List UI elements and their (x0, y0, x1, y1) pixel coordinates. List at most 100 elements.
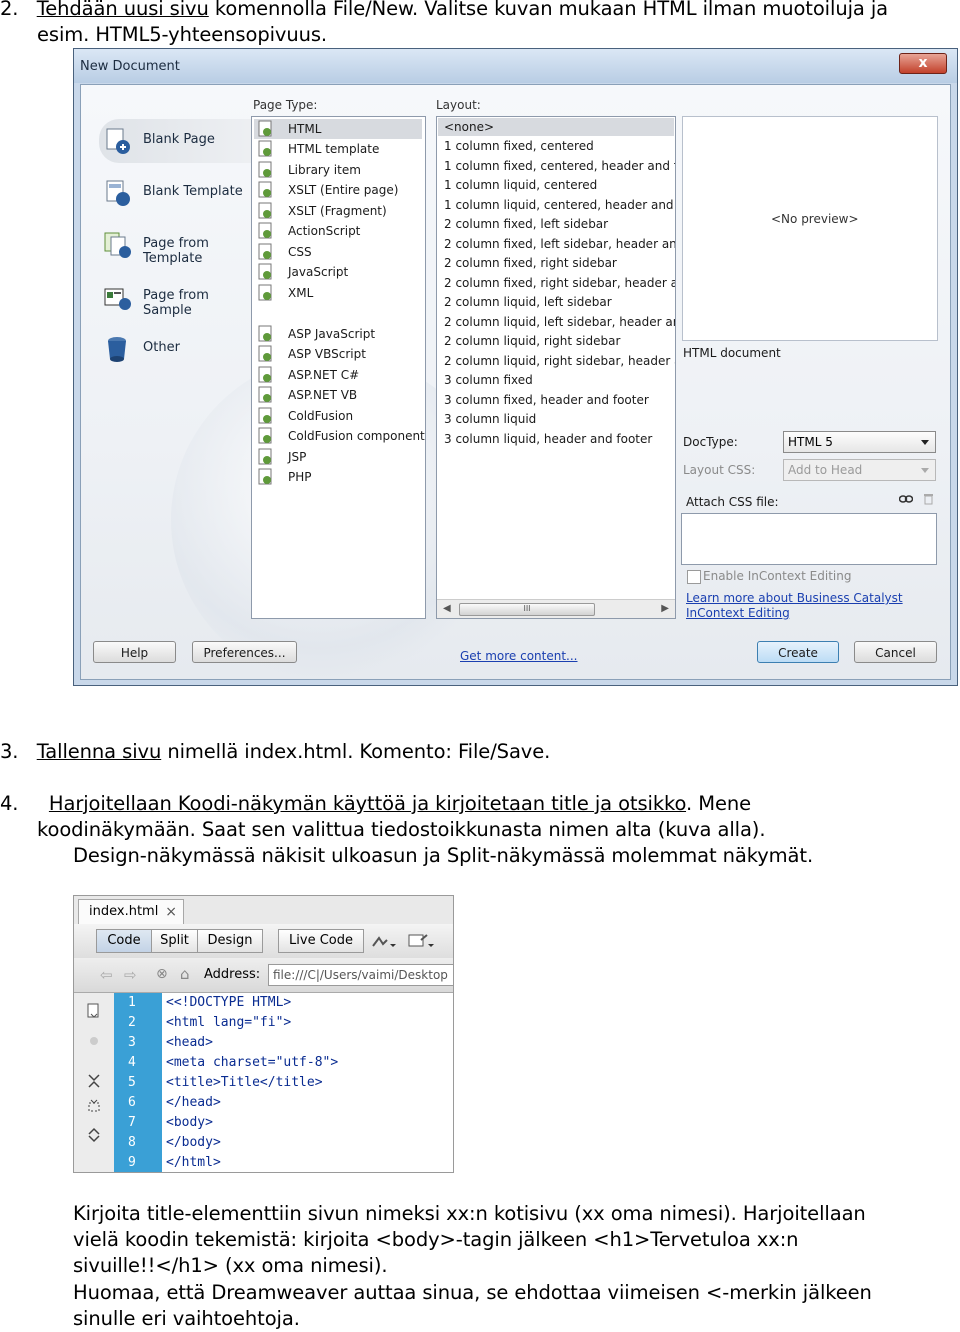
multiscreen-icon[interactable] (407, 932, 435, 950)
layout-item[interactable]: 1 column liquid, centered, header and fo… (444, 198, 675, 212)
help-button[interactable]: Help (93, 641, 176, 663)
step2-number: 2. (0, 0, 19, 20)
close-button[interactable]: x (899, 53, 947, 74)
inspect-icon[interactable] (371, 934, 397, 950)
preview-area: <No preview> (682, 116, 938, 341)
blank-template-icon (106, 180, 130, 206)
page-type-label: Page Type: (253, 98, 318, 112)
cancel-button[interactable]: Cancel (854, 641, 937, 663)
create-button[interactable]: Create (757, 641, 839, 663)
category-page-from-template[interactable]: Page from Template (99, 223, 259, 267)
step3-number: 3. (0, 740, 19, 763)
learn-more-link-2[interactable]: InContext Editing (686, 606, 790, 620)
bottom-text-line5: sinulle eri vaihtoehtoja. (73, 1307, 300, 1330)
layout-item[interactable]: 3 column fixed (444, 373, 533, 387)
layout-item[interactable]: 2 column liquid, right sidebar (444, 334, 620, 348)
layout-css-value: Add to Head (788, 463, 863, 477)
step2-link[interactable]: Tehdään uusi sivu (37, 0, 209, 20)
design-view-button[interactable]: Design (197, 929, 263, 953)
line-number: 9 (128, 1155, 136, 1170)
code-line: <html lang="fi"> (166, 1015, 292, 1030)
open-documents-icon[interactable] (86, 1003, 102, 1019)
layout-item[interactable]: 3 column liquid, header and footer (444, 432, 652, 446)
category-blank-page[interactable]: Blank Page (99, 119, 259, 163)
layout-item[interactable]: 2 column liquid, right sidebar, header a… (444, 354, 675, 368)
layout-item[interactable]: 2 column fixed, left sidebar (444, 217, 608, 231)
trash-icon[interactable] (923, 492, 934, 505)
step4-line1: 4. Harjoitellaan Koodi-näkymän käyttöä j… (0, 791, 751, 817)
code-line: </head> (166, 1095, 221, 1110)
close-tab-icon[interactable]: × (165, 900, 177, 924)
stop-icon[interactable]: ⊗ (156, 966, 168, 982)
layout-label: Layout: (436, 98, 481, 112)
layout-item[interactable]: 3 column fixed, header and footer (444, 393, 649, 407)
chevron-down-icon (921, 468, 929, 473)
page-type-list[interactable]: HTML HTML template Library item XSLT (En… (251, 116, 426, 619)
doctype-select[interactable]: HTML 5 (783, 431, 936, 453)
scroll-thumb[interactable]: III (459, 603, 595, 616)
file-icon (258, 161, 272, 178)
collapse-tag-icon[interactable] (86, 1073, 102, 1089)
step4-line2: koodinäkymään. Saat sen valittua tiedost… (37, 818, 766, 841)
category-other[interactable]: Other (99, 327, 259, 371)
blank-page-icon (106, 128, 130, 154)
live-code-button[interactable]: Live Code (278, 929, 364, 953)
layout-item[interactable]: 2 column fixed, left sidebar, header and… (444, 237, 675, 251)
file-icon (258, 345, 272, 362)
step4-link[interactable]: Harjoitellaan Koodi-näkymän käyttöä ja k… (49, 792, 686, 815)
step4-number: 4. (0, 792, 19, 815)
forward-arrow-icon[interactable]: ⇨ (124, 966, 137, 984)
link-icon[interactable] (899, 494, 913, 504)
code-line: <<!DOCTYPE HTML> (166, 995, 292, 1010)
scroll-left-icon[interactable]: ◀ (443, 603, 451, 614)
document-tab[interactable]: index.html × (78, 899, 184, 924)
code-line: <head> (166, 1035, 213, 1050)
get-more-content-link[interactable]: Get more content... (460, 649, 578, 663)
learn-more-link[interactable]: Learn more about Business Catalyst (686, 591, 903, 605)
layout-item[interactable]: 1 column fixed, centered (444, 139, 594, 153)
collapse-selection-icon[interactable] (86, 1099, 102, 1115)
page-type-item[interactable]: HTML (254, 119, 422, 139)
scroll-right-icon[interactable]: ▶ (661, 603, 669, 614)
split-view-button[interactable]: Split (151, 929, 198, 953)
category-blank-template[interactable]: Blank Template (99, 171, 259, 215)
back-arrow-icon[interactable]: ⇦ (100, 966, 113, 984)
category-label: Page from Sample (143, 288, 209, 318)
step3-text: nimellä index.html. Komento: File/Save. (161, 740, 551, 763)
layout-item[interactable]: 1 column fixed, centered, header and foo… (444, 159, 675, 173)
step4-text: . Mene (686, 792, 752, 815)
file-icon (258, 468, 272, 485)
category-page-from-sample[interactable]: Page from Sample (99, 275, 259, 319)
category-label: Blank Template (143, 184, 243, 199)
layout-css-select[interactable]: Add to Head (783, 459, 936, 481)
home-icon[interactable]: ⌂ (180, 965, 190, 983)
chevron-down-icon (921, 440, 929, 445)
file-icon (258, 222, 272, 239)
layout-item[interactable]: 2 column fixed, right sidebar, header an… (444, 276, 675, 290)
layout-item[interactable]: 2 column liquid, left sidebar (444, 295, 612, 309)
sun-icon[interactable] (86, 1033, 102, 1049)
bottom-text-line2: vielä koodin tekemistä: kirjoita <body>-… (73, 1228, 799, 1251)
code-editor[interactable]: <<!DOCTYPE HTML> <html lang="fi"> <head>… (162, 993, 453, 1172)
step3-link[interactable]: Tallenna sivu (37, 740, 162, 763)
file-icon (258, 284, 272, 301)
attach-css-list[interactable] (681, 513, 937, 565)
layout-item[interactable]: 2 column fixed, right sidebar (444, 256, 617, 270)
step2-line2: esim. HTML5-yhteensopivuus. (37, 23, 328, 46)
file-icon (258, 325, 272, 342)
layout-item[interactable]: 3 column liquid (444, 412, 536, 426)
layout-hscrollbar[interactable]: ◀ III ▶ (437, 599, 675, 618)
address-input[interactable]: file:///C|/Users/vaimi/Desktop (268, 964, 453, 986)
file-icon (258, 202, 272, 219)
layout-item[interactable]: <none> (444, 120, 494, 134)
incontext-checkbox[interactable] (687, 570, 701, 584)
file-icon (258, 427, 272, 444)
document-tabbar: index.html × (74, 896, 453, 925)
preferences-button[interactable]: Preferences... (192, 641, 297, 663)
layout-list[interactable]: <none> 1 column fixed, centered 1 column… (436, 116, 676, 619)
code-view-button[interactable]: Code (96, 929, 152, 953)
layout-item[interactable]: 2 column liquid, left sidebar, header an… (444, 315, 675, 329)
layout-item[interactable]: 1 column liquid, centered (444, 178, 597, 192)
step3-line: 3. Tallenna sivu nimellä index.html. Kom… (0, 739, 550, 765)
expand-all-icon[interactable] (86, 1127, 102, 1143)
